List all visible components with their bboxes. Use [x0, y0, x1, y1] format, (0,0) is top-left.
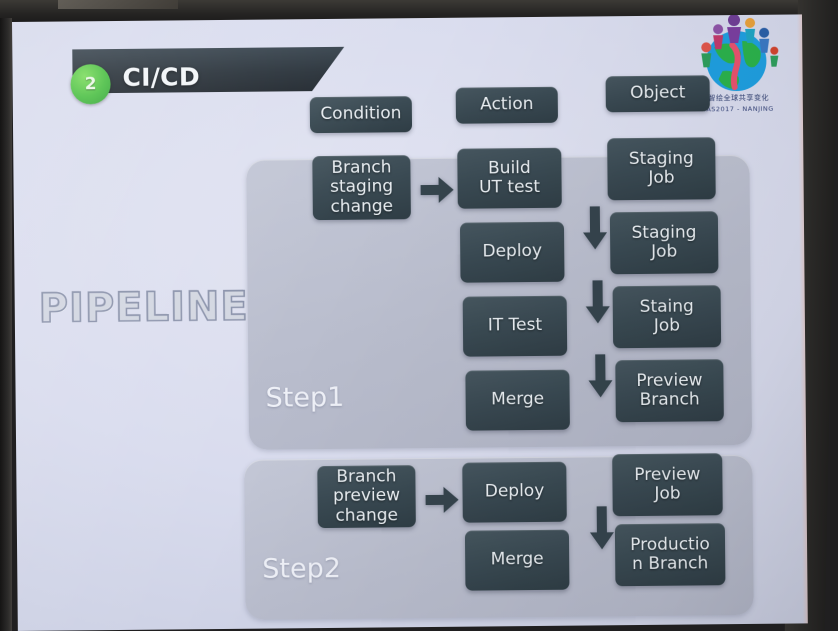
step1-object-box-4: Preview Branch [615, 359, 724, 423]
step1-action-box-4: Merge [465, 369, 570, 431]
step2-condition-box: Branch preview change [317, 465, 416, 529]
step1-object-box-1: Staging Job [607, 137, 716, 201]
step1-object-box-3: Staing Job [612, 285, 722, 349]
step1-action-box-2: Deploy [459, 221, 565, 283]
step1-action-box-1: Build UT test [457, 147, 562, 209]
arrow-right-icon [425, 486, 459, 514]
step2-object-box-1: Preview Job [612, 453, 723, 517]
section-banner [72, 47, 344, 94]
arrow-down-icon [589, 506, 615, 550]
pipeline-watermark: PIPELINE [38, 283, 250, 333]
arrow-down-icon [587, 354, 613, 398]
step2-action-box-2: Merge [464, 529, 570, 591]
arrow-right-icon [420, 176, 454, 204]
column-header-condition: Condition [309, 96, 413, 134]
column-header-object: Object [605, 75, 710, 113]
step1-action-box-3: IT Test [462, 295, 568, 357]
step2-object-box-2: Productio n Branch [614, 523, 726, 587]
step1-condition-box: Branch staging change [312, 155, 411, 221]
section-number-label: 2 [84, 74, 97, 95]
presentation-slide: 智绘全球共享变化 IAS2017 - NANJING 2 CI/CD PIPEL… [12, 14, 808, 631]
room-frame-left [0, 18, 12, 631]
section-title: CI/CD [122, 62, 201, 92]
arrow-down-icon [585, 280, 611, 324]
section-number-badge: 2 [70, 64, 111, 105]
column-header-action: Action [455, 86, 558, 124]
step1-label: Step1 [265, 381, 345, 414]
ceiling-highlight [58, 0, 178, 9]
arrow-down-icon [582, 206, 608, 250]
step2-action-box-1: Deploy [462, 461, 567, 523]
step2-label: Step2 [262, 552, 342, 585]
photo-of-projected-slide: 智绘全球共享变化 IAS2017 - NANJING 2 CI/CD PIPEL… [0, 0, 838, 631]
step1-object-box-2: Staging Job [609, 211, 719, 275]
